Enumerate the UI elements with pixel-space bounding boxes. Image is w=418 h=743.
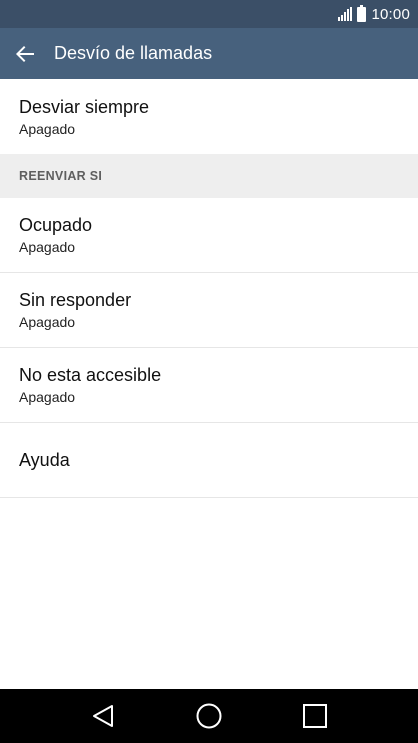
back-triangle-icon: [93, 705, 113, 727]
nav-back-button[interactable]: [73, 689, 133, 743]
unreachable-item[interactable]: No esta accesible Apagado: [0, 348, 418, 423]
always-forward-item[interactable]: Desviar siempre Apagado: [0, 79, 418, 154]
recents-square-icon: [303, 704, 327, 728]
nav-recents-button[interactable]: [285, 689, 345, 743]
home-circle-icon: [196, 703, 222, 729]
busy-item[interactable]: Ocupado Apagado: [0, 198, 418, 273]
always-forward-status: Apagado: [19, 120, 76, 137]
app-bar: Desvío de llamadas: [0, 28, 418, 79]
status-time: 10:00: [371, 5, 410, 23]
settings-list: Desviar siempre Apagado REENVIAR SI Ocup…: [0, 79, 418, 498]
arrow-left-icon: [16, 45, 34, 62]
help-title: Ayuda: [19, 450, 70, 470]
signal-icon: [338, 7, 353, 21]
no-answer-item[interactable]: Sin responder Apagado: [0, 273, 418, 348]
nav-home-button[interactable]: [179, 689, 239, 743]
navigation-bar: [0, 689, 418, 743]
unreachable-title: No esta accesible: [19, 365, 162, 385]
no-answer-title: Sin responder: [19, 290, 132, 310]
always-forward-title: Desviar siempre: [19, 96, 150, 117]
section-header-forward-if: REENVIAR SI: [0, 154, 418, 198]
no-answer-status: Apagado: [19, 314, 76, 330]
help-item[interactable]: Ayuda: [0, 423, 418, 498]
unreachable-status: Apagado: [19, 389, 76, 405]
page-title: Desvío de llamadas: [54, 43, 213, 63]
busy-status: Apagado: [19, 239, 76, 255]
battery-icon: [357, 4, 367, 22]
back-button[interactable]: [0, 28, 50, 79]
busy-title: Ocupado: [19, 215, 93, 235]
status-bar: 10:00: [0, 0, 418, 28]
